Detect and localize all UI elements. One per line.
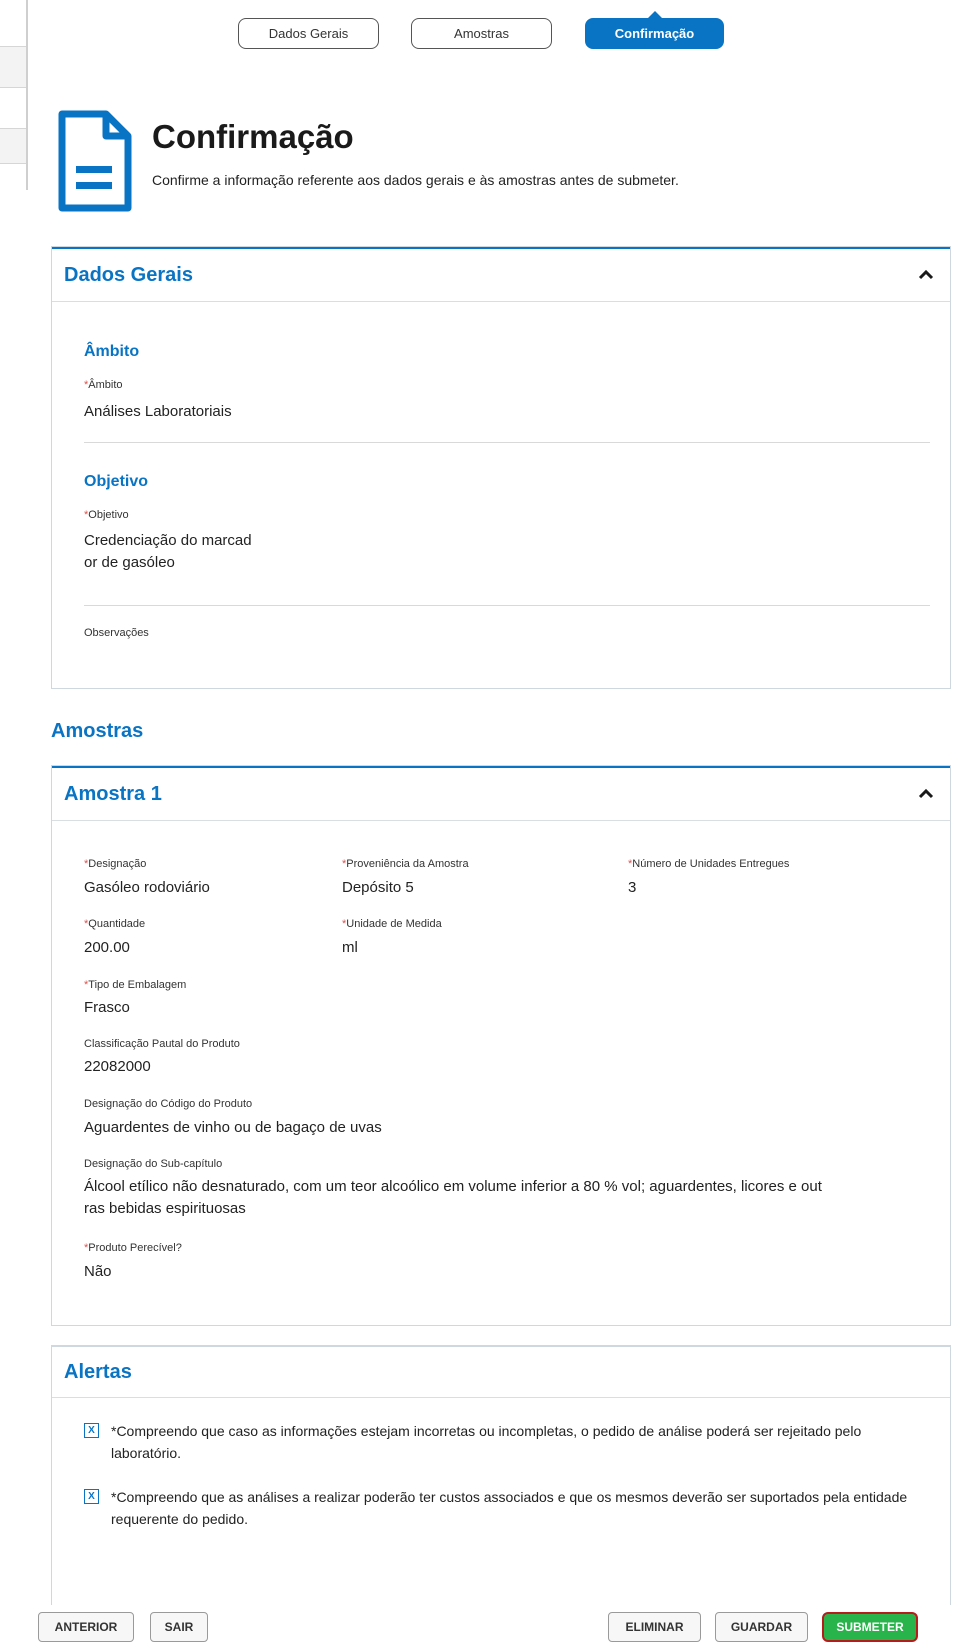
- codigo-label: Designação do Código do Produto: [84, 1098, 253, 1110]
- alert-text: *Compreendo que as análises a realizar p…: [111, 1489, 908, 1527]
- unidade-medida-value: ml: [342, 939, 358, 956]
- ambito-label: *Âmbito: [84, 379, 123, 391]
- alert-text: *Compreendo que caso as informações este…: [111, 1423, 862, 1461]
- alert-item[interactable]: X *Compreendo que as análises a realizar…: [84, 1486, 911, 1530]
- alert-item[interactable]: X *Compreendo que caso as informações es…: [84, 1420, 911, 1464]
- embalagem-label: *Tipo de Embalagem: [84, 979, 187, 991]
- anterior-button[interactable]: ANTERIOR: [38, 1612, 134, 1642]
- observacoes-label: Observações: [84, 627, 149, 639]
- ambito-value: Análises Laboratoriais: [84, 403, 232, 420]
- guardar-button[interactable]: GUARDAR: [715, 1612, 808, 1642]
- amostra-1-header[interactable]: Amostra 1: [52, 766, 950, 821]
- chevron-up-icon[interactable]: [916, 784, 936, 804]
- objetivo-label: *Objetivo: [84, 509, 129, 521]
- classificacao-value: 22082000: [84, 1058, 151, 1075]
- sair-button[interactable]: SAIR: [150, 1612, 208, 1642]
- proveniencia-label: *Proveniência da Amostra: [342, 858, 469, 870]
- amostra-1-panel: Amostra 1 *Designação Gasóleo rodoviário…: [51, 765, 951, 1326]
- divider: [84, 605, 930, 606]
- dados-gerais-panel: Dados Gerais Âmbito *Âmbito Análises Lab…: [51, 246, 951, 689]
- quantidade-value: 200.00: [84, 939, 130, 956]
- alertas-title: Alertas: [64, 1360, 132, 1383]
- alertas-panel: Alertas X *Compreendo que caso as inform…: [51, 1345, 951, 1605]
- ambito-section-title: Âmbito: [84, 343, 140, 360]
- chevron-up-icon[interactable]: [916, 265, 936, 285]
- subcapitulo-label: Designação do Sub-capítulo: [84, 1158, 223, 1170]
- wizard-steps: Dados Gerais Amostras Confirmação: [0, 11, 957, 58]
- perecivel-label: *Produto Perecível?: [84, 1242, 182, 1254]
- unidades-value: 3: [628, 879, 637, 896]
- alertas-header: Alertas: [52, 1346, 950, 1398]
- designacao-value: Gasóleo rodoviário: [84, 879, 210, 896]
- objetivo-section-title: Objetivo: [84, 473, 149, 490]
- divider: [84, 442, 930, 443]
- codigo-value: Aguardentes de vinho ou de bagaço de uva…: [84, 1119, 382, 1136]
- dados-gerais-title: Dados Gerais: [64, 263, 193, 286]
- proveniencia-value: Depósito 5: [342, 879, 414, 896]
- page-description: Confirme a informação referente aos dado…: [152, 172, 679, 188]
- unidade-medida-label: *Unidade de Medida: [342, 918, 442, 930]
- checkbox-checked[interactable]: X: [84, 1489, 99, 1504]
- classificacao-label: Classificação Pautal do Produto: [84, 1038, 240, 1050]
- embalagem-value: Frasco: [84, 999, 130, 1016]
- designacao-label: *Designação: [84, 858, 147, 870]
- objetivo-value: Credenciação do marcad or de gasóleo: [84, 532, 252, 571]
- amostras-heading: Amostras: [51, 720, 144, 742]
- subcapitulo-value: Álcool etílico não desnaturado, com um t…: [84, 1178, 822, 1217]
- page-title: Confirmação: [152, 118, 354, 155]
- unidades-label: *Número de Unidades Entregues: [628, 858, 790, 870]
- document-icon: [56, 110, 132, 219]
- checkbox-checked[interactable]: X: [84, 1423, 99, 1438]
- step-amostras[interactable]: Amostras: [411, 18, 552, 49]
- quantidade-label: *Quantidade: [84, 918, 146, 930]
- sidebar-tab[interactable]: [0, 128, 26, 164]
- amostra-1-title: Amostra 1: [64, 782, 162, 805]
- step-dados-gerais[interactable]: Dados Gerais: [238, 18, 379, 49]
- eliminar-button[interactable]: ELIMINAR: [608, 1612, 701, 1642]
- perecivel-value: Não: [84, 1263, 112, 1280]
- dados-gerais-header[interactable]: Dados Gerais: [52, 247, 950, 302]
- step-confirmacao[interactable]: Confirmação: [585, 11, 724, 49]
- submeter-button[interactable]: SUBMETER: [822, 1612, 918, 1642]
